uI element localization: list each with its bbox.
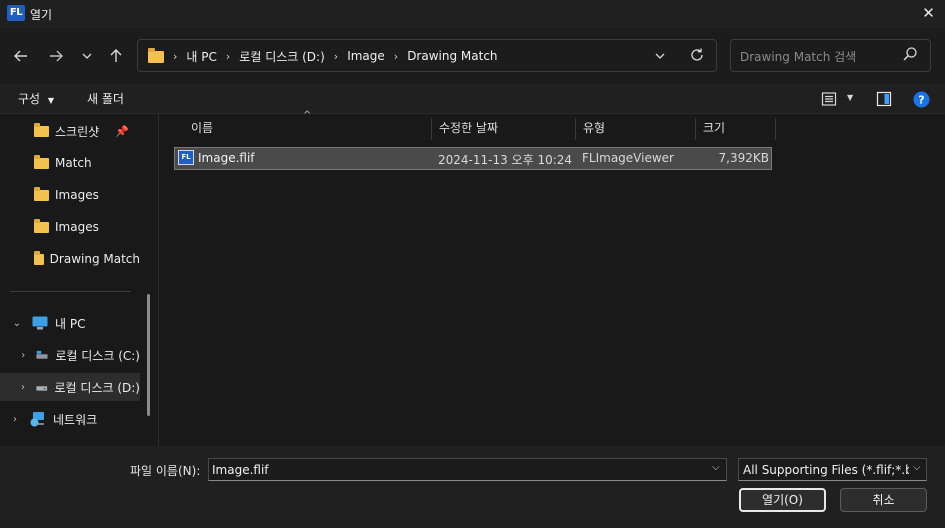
close-icon: ✕	[922, 4, 935, 22]
app-logo: FL	[7, 5, 25, 21]
sidebar-item-label: 로컬 디스크 (C:)	[55, 348, 140, 363]
preview-pane-button[interactable]	[876, 91, 892, 107]
details-view-icon	[821, 92, 837, 106]
new-folder-button[interactable]: 새 폴더	[87, 90, 124, 107]
folder-icon	[34, 250, 44, 265]
sidebar-scrollbar[interactable]	[147, 294, 150, 416]
sidebar-item-this-pc[interactable]: ⌄ 내 PC	[0, 309, 140, 337]
chevron-down-icon[interactable]: ⌵	[712, 462, 720, 473]
organize-label: 구성	[18, 92, 41, 106]
caret-down-icon: ▼	[47, 96, 55, 105]
sidebar-item-label: Drawing Match	[49, 252, 140, 266]
address-history-button[interactable]	[654, 50, 668, 62]
help-icon: ?	[913, 91, 930, 108]
chevron-right-icon[interactable]: ›	[18, 350, 28, 361]
sidebar-item-label: Images	[55, 220, 99, 234]
organize-button[interactable]: 구성 ▼	[18, 90, 54, 107]
help-button[interactable]: ?	[913, 91, 930, 108]
filetype-value[interactable]: All Supporting Files (*.flif;*.bmp	[743, 463, 909, 477]
view-options-button[interactable]: ▼	[821, 91, 859, 107]
sidebar-item-drive-c[interactable]: › 로컬 디스크 (C:)	[0, 341, 140, 369]
sidebar-item-images[interactable]: Images	[0, 213, 140, 241]
breadcrumb-this-pc[interactable]: 내 PC	[186, 48, 216, 65]
filename-value[interactable]: Image.flif	[212, 463, 269, 477]
breadcrumb-drive-d[interactable]: 로컬 디스크 (D:)	[239, 48, 324, 65]
folder-icon	[34, 122, 49, 137]
folder-icon	[34, 218, 49, 233]
flif-file-icon: FL	[178, 150, 194, 165]
file-name[interactable]: Image.flif	[198, 151, 255, 165]
file-modified: 2024-11-13 오후 10:24	[438, 153, 573, 167]
system-drive-icon	[36, 350, 49, 359]
refresh-button[interactable]	[689, 47, 707, 65]
sidebar-item-label: 스크린샷	[55, 124, 100, 139]
close-button[interactable]: ✕	[912, 0, 945, 28]
open-button[interactable]: 열기(O)	[739, 488, 826, 512]
file-type: FLImageViewer	[582, 151, 674, 165]
preview-pane-icon	[876, 91, 892, 107]
sidebar-item-screenshots[interactable]: 스크린샷 📌	[0, 117, 140, 145]
column-header-type[interactable]: 유형	[576, 118, 696, 140]
sidebar-item-label: 로컬 디스크 (D:)	[54, 380, 140, 395]
file-size: 7,392KB	[718, 151, 769, 165]
breadcrumb-image[interactable]: Image	[347, 49, 385, 63]
sidebar-divider	[10, 291, 131, 292]
chevron-right-icon[interactable]: ›	[18, 382, 28, 393]
column-header-name[interactable]: 이름	[184, 118, 432, 140]
breadcrumb-drawing-match[interactable]: Drawing Match	[407, 49, 497, 63]
chevron-down-icon	[82, 53, 92, 59]
chevron-right-icon[interactable]: ›	[334, 50, 338, 63]
chevron-right-icon[interactable]: ›	[8, 414, 22, 425]
sidebar-item-label: 네트워크	[53, 412, 98, 427]
title-bar	[0, 0, 945, 28]
sidebar-item-label: Match	[55, 156, 92, 170]
folder-icon	[34, 154, 49, 169]
window-title: 열기	[30, 8, 53, 22]
svg-text:?: ?	[918, 94, 924, 107]
sidebar-item-match[interactable]: Match	[0, 149, 140, 177]
network-icon	[30, 412, 44, 427]
caret-down-icon: ▼	[847, 93, 854, 102]
search-icon[interactable]	[902, 46, 920, 64]
cancel-button[interactable]: 취소	[840, 488, 927, 512]
chevron-right-icon[interactable]: ›	[394, 50, 398, 63]
chevron-right-icon[interactable]: ›	[226, 50, 230, 63]
breadcrumb: › 내 PC › 로컬 디스크 (D:) › Image › Drawing M…	[148, 47, 498, 65]
chevron-down-icon[interactable]: ⌵	[913, 462, 921, 473]
recent-locations-button[interactable]	[74, 43, 100, 69]
column-header-size[interactable]: 크기	[696, 118, 776, 140]
forward-button[interactable]	[43, 43, 69, 69]
folder-icon	[34, 186, 49, 201]
command-bar	[0, 84, 945, 114]
sidebar-item-images[interactable]: Images	[0, 181, 140, 209]
folder-icon	[148, 48, 164, 63]
drive-icon	[36, 386, 48, 391]
filename-label: 파일 이름(N):	[130, 464, 201, 478]
up-button[interactable]	[103, 43, 129, 69]
pin-icon: 📌	[115, 124, 129, 138]
chevron-down-icon[interactable]: ⌄	[10, 318, 24, 329]
monitor-icon	[32, 316, 48, 330]
arrow-up-icon	[110, 49, 122, 62]
back-button[interactable]	[8, 43, 34, 69]
sidebar-item-label: 내 PC	[55, 316, 86, 331]
arrow-right-icon	[50, 50, 63, 62]
search-placeholder: Drawing Match 검색	[740, 50, 857, 64]
arrow-left-icon	[14, 50, 27, 62]
chevron-right-icon[interactable]: ›	[173, 50, 177, 63]
chevron-down-icon	[655, 53, 665, 59]
sidebar-item-label: Images	[55, 188, 99, 202]
refresh-icon	[691, 48, 703, 61]
column-header-modified[interactable]: 수정한 날짜	[432, 118, 576, 140]
sidebar-item-network[interactable]: › 네트워크	[0, 405, 140, 433]
sidebar-item-drive-d[interactable]: › 로컬 디스크 (D:)	[0, 373, 140, 401]
sidebar-item-drawing-match[interactable]: Drawing Match	[0, 245, 140, 273]
filename-input[interactable]	[208, 458, 727, 481]
